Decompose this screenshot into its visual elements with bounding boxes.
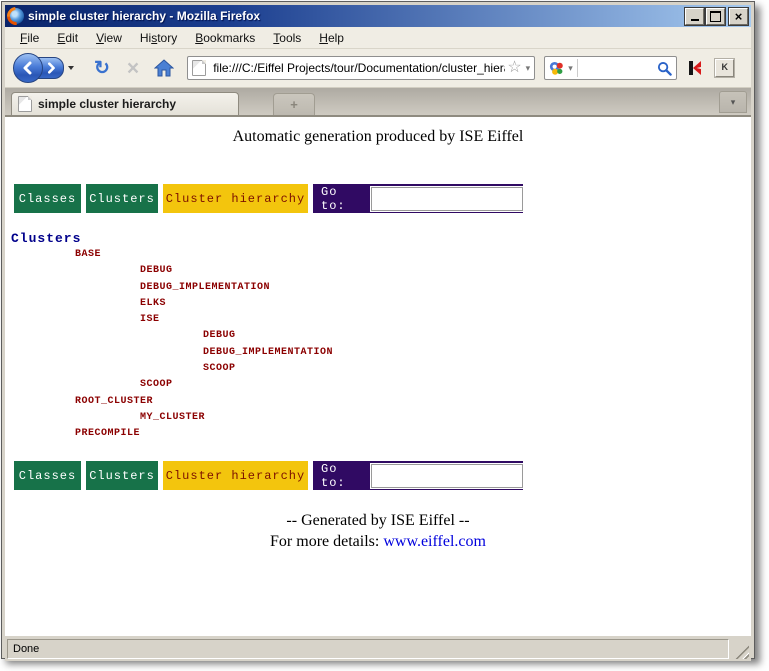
search-icon[interactable]	[657, 61, 672, 76]
menu-bar: File Edit View History Bookmarks Tools H…	[5, 27, 751, 49]
forward-arrow-icon	[45, 62, 57, 74]
goto-label-bottom: Go to:	[321, 462, 363, 490]
more-details-prefix: For more details:	[270, 533, 383, 550]
home-icon	[154, 59, 174, 77]
nav-button-row-top: Classes Clusters Cluster hierarchy Go to…	[14, 184, 523, 213]
tree-item[interactable]: BASE	[5, 249, 751, 265]
resize-grip[interactable]	[735, 645, 749, 659]
new-tab-button[interactable]: +	[273, 93, 315, 115]
back-forward-group	[13, 53, 74, 83]
navigation-toolbar: ↻ × ☆ ▾	[5, 49, 751, 88]
menu-history[interactable]: History	[131, 29, 186, 47]
maximize-button[interactable]	[706, 8, 725, 25]
page-content: Automatic generation produced by ISE Eif…	[5, 117, 751, 636]
window-controls: ×	[685, 8, 748, 25]
goto-label: Go to:	[321, 185, 363, 213]
kaspersky-icon[interactable]	[687, 60, 703, 76]
maximize-icon	[710, 11, 721, 22]
google-icon[interactable]	[549, 61, 564, 76]
menu-bookmarks[interactable]: Bookmarks	[186, 29, 264, 47]
minimize-button[interactable]	[685, 8, 704, 25]
menu-view[interactable]: View	[87, 29, 131, 47]
menu-edit[interactable]: Edit	[48, 29, 87, 47]
search-engine-dropdown-icon[interactable]: ▾	[568, 63, 573, 74]
tree-item[interactable]: SCOOP	[5, 363, 751, 379]
tab-label: simple cluster hierarchy	[38, 97, 176, 111]
screenshot-root: simple cluster hierarchy - Mozilla Firef…	[0, 0, 769, 671]
clusters-button-bottom[interactable]: Clusters	[86, 461, 158, 490]
list-all-tabs-button[interactable]: ▾	[719, 91, 747, 113]
more-details-line: For more details: www.eiffel.com	[5, 533, 751, 551]
menu-tools[interactable]: Tools	[264, 29, 310, 47]
plus-icon: +	[290, 98, 298, 111]
classes-button-bottom[interactable]: Classes	[14, 461, 81, 490]
menu-help[interactable]: Help	[310, 29, 353, 47]
title-bar[interactable]: simple cluster hierarchy - Mozilla Firef…	[5, 5, 751, 27]
status-text: Done	[13, 643, 39, 655]
goto-input-bottom[interactable]	[371, 464, 523, 488]
page-icon	[192, 60, 206, 76]
close-button[interactable]: ×	[729, 8, 748, 25]
tree-item[interactable]: ISE	[5, 314, 751, 330]
tree-item[interactable]: ROOT_CLUSTER	[5, 396, 751, 412]
goto-box: Go to:	[313, 184, 523, 213]
bookmark-star-icon[interactable]: ☆	[507, 60, 521, 76]
generated-by-line: -- Generated by ISE Eiffel --	[5, 512, 751, 530]
url-dropdown-icon[interactable]: ▾	[526, 63, 531, 74]
firefox-icon	[8, 8, 24, 24]
tree-item[interactable]: DEBUG	[5, 265, 751, 281]
tree-item[interactable]: DEBUG_IMPLEMENTATION	[5, 282, 751, 298]
chevron-down-icon: ▾	[731, 97, 736, 108]
clusters-heading: Clusters	[11, 231, 81, 246]
menu-file[interactable]: File	[11, 29, 48, 47]
tree-item[interactable]: ELKS	[5, 298, 751, 314]
tree-item[interactable]: DEBUG_IMPLEMENTATION	[5, 347, 751, 363]
status-bar: Done	[5, 636, 751, 661]
search-input[interactable]	[577, 59, 657, 77]
browser-window: simple cluster hierarchy - Mozilla Firef…	[1, 1, 755, 659]
tree-item[interactable]: PRECOMPILE	[5, 428, 751, 444]
search-bar[interactable]: ▾	[544, 56, 677, 80]
back-button[interactable]	[13, 53, 43, 83]
tree-item[interactable]: MY_CLUSTER	[5, 412, 751, 428]
goto-input[interactable]	[371, 187, 523, 211]
tab-page-icon	[18, 96, 32, 112]
tab-simple-cluster-hierarchy[interactable]: simple cluster hierarchy	[11, 92, 239, 115]
tree-item[interactable]: SCOOP	[5, 379, 751, 395]
classes-button[interactable]: Classes	[14, 184, 81, 213]
eiffel-link[interactable]: www.eiffel.com	[383, 533, 486, 550]
address-bar[interactable]: ☆ ▾	[187, 56, 535, 80]
cluster-tree: BASE DEBUG DEBUG_IMPLEMENTATION ELKS ISE…	[5, 249, 751, 445]
minimize-icon	[691, 19, 699, 21]
home-button[interactable]	[154, 59, 174, 77]
goto-box-bottom: Go to:	[313, 461, 523, 490]
cluster-hierarchy-button[interactable]: Cluster hierarchy	[163, 184, 308, 213]
clusters-button[interactable]: Clusters	[86, 184, 158, 213]
tab-bar: simple cluster hierarchy + ▾	[5, 88, 751, 117]
status-text-field: Done	[7, 639, 729, 659]
back-arrow-icon	[21, 61, 35, 75]
reload-button[interactable]: ↻	[94, 59, 110, 78]
nav-button-row-bottom: Classes Clusters Cluster hierarchy Go to…	[14, 461, 523, 490]
virtual-keyboard-button[interactable]: K	[715, 59, 734, 77]
stop-button[interactable]: ×	[127, 58, 139, 79]
generation-note: Automatic generation produced by ISE Eif…	[5, 128, 751, 146]
window-title: simple cluster hierarchy - Mozilla Firef…	[28, 9, 685, 23]
cluster-hierarchy-button-bottom[interactable]: Cluster hierarchy	[163, 461, 308, 490]
tree-item[interactable]: DEBUG	[5, 330, 751, 346]
history-dropdown-icon[interactable]	[68, 66, 74, 70]
address-input[interactable]	[211, 60, 507, 76]
close-icon: ×	[735, 10, 743, 23]
